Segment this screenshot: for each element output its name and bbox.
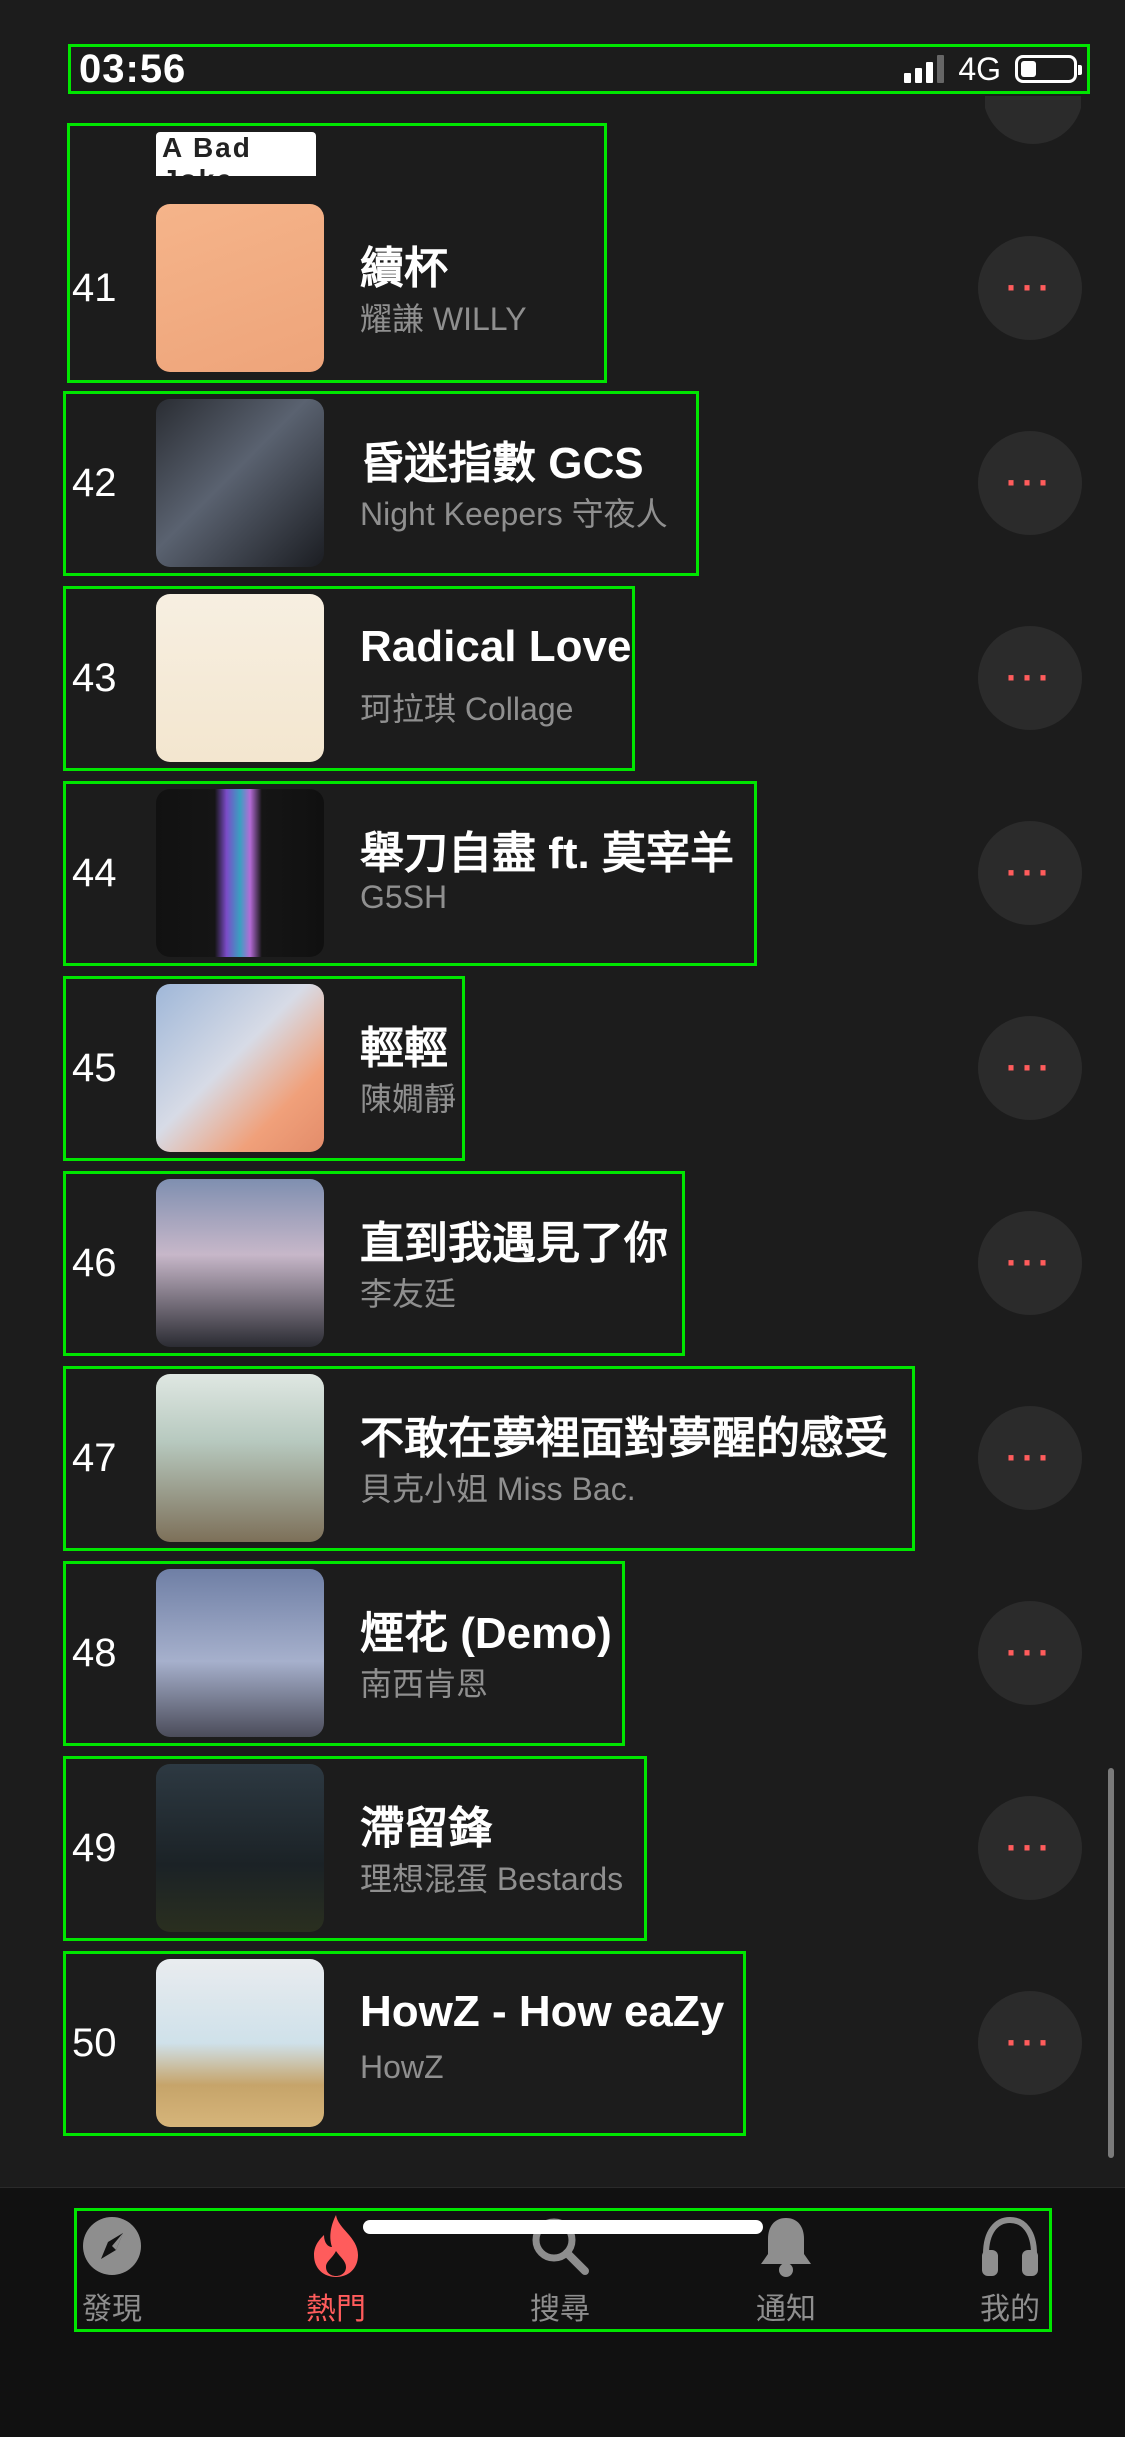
headphones-icon <box>950 2212 1070 2280</box>
song-row-box <box>67 123 607 383</box>
song-rank: 48 <box>72 1631 117 1675</box>
song-title: 輕輕 <box>360 1024 448 1073</box>
song-rank: 43 <box>72 656 117 700</box>
song-rank: 44 <box>72 851 117 895</box>
tab-mine[interactable]: 我的 <box>950 2212 1070 2330</box>
scroll-indicator[interactable] <box>1108 1768 1114 2158</box>
song-row[interactable]: 46 直到我遇見了你李友廷 ··· <box>0 1171 1125 1366</box>
song-rank: 49 <box>72 1826 117 1870</box>
tab-hot-label: 熱門 <box>306 2293 366 2326</box>
song-artist: 耀謙 WILLY <box>360 301 527 337</box>
song-row[interactable]: 44 舉刀自盡 ft. 莫宰羊 G5SH ··· <box>0 781 1125 976</box>
song-rank: 47 <box>72 1436 117 1480</box>
song-artist: 珂拉琪 Collage <box>360 691 574 727</box>
more-options-button[interactable]: ··· <box>978 626 1082 730</box>
song-artist: 南西肯恩 <box>360 1666 489 1702</box>
song-row[interactable]: 48 煙花 (Demo) 南西肯恩 ··· <box>0 1561 1125 1756</box>
song-artist: G5SH <box>360 879 448 915</box>
song-row[interactable]: 45 輕輕陳嫺靜 ··· <box>0 976 1125 1171</box>
album-cover[interactable] <box>156 984 324 1152</box>
song-rank: 46 <box>72 1241 117 1285</box>
album-cover[interactable] <box>156 1569 324 1737</box>
album-cover[interactable] <box>156 399 324 567</box>
song-artist: Night Keepers 守夜人 <box>360 496 668 532</box>
song-artist: 李友廷 <box>360 1276 457 1312</box>
song-artist: 理想混蛋 Bestards <box>360 1861 624 1897</box>
more-options-button[interactable]: ··· <box>978 821 1082 925</box>
song-rank: 41 <box>72 266 117 310</box>
song-artist: 貝克小姐 Miss Bac. <box>360 1471 636 1507</box>
song-row[interactable]: 41 續杯耀謙 WILLY ··· <box>0 123 1125 391</box>
more-options-button[interactable]: ··· <box>978 1796 1082 1900</box>
bottom-tab-bar: 發現 熱門 搜尋 通知 我的 <box>0 2187 1125 2437</box>
more-options-button[interactable]: ··· <box>978 1991 1082 2095</box>
album-cover[interactable] <box>156 204 324 372</box>
album-cover[interactable] <box>156 1374 324 1542</box>
album-cover[interactable] <box>156 1179 324 1347</box>
song-title: 滯留鋒 <box>360 1804 492 1853</box>
tab-notifications-label: 通知 <box>756 2293 816 2326</box>
song-title: 續杯 <box>360 244 448 293</box>
song-row[interactable]: 43 Radical Love 珂拉琪 Collage ··· <box>0 586 1125 781</box>
partial-more-button[interactable] <box>985 96 1081 146</box>
song-artist: HowZ <box>360 2049 444 2085</box>
home-indicator[interactable] <box>363 2220 763 2234</box>
more-options-button[interactable]: ··· <box>978 1406 1082 1510</box>
song-row[interactable]: 49 滯留鋒理想混蛋 Bestards ··· <box>0 1756 1125 1951</box>
song-title: 不敢在夢裡面對夢醒的感受 <box>360 1414 888 1463</box>
compass-icon <box>52 2212 172 2280</box>
tab-discover[interactable]: 發現 <box>52 2212 172 2330</box>
song-row-box <box>63 586 635 771</box>
more-options-button[interactable]: ··· <box>978 1601 1082 1705</box>
song-title: 煙花 (Demo) <box>360 1609 612 1658</box>
tab-discover-label: 發現 <box>82 2293 142 2326</box>
tab-mine-label: 我的 <box>980 2293 1040 2326</box>
song-row[interactable]: 42 昏迷指數 GCS Night Keepers 守夜人 ··· <box>0 391 1125 586</box>
more-options-button[interactable]: ··· <box>978 431 1082 535</box>
song-row[interactable]: 50 HowZ - How eaZy HowZ ··· <box>0 1951 1125 2146</box>
song-rank: 42 <box>72 461 117 505</box>
song-artist: 陳嫺靜 <box>360 1081 457 1117</box>
song-rank: 50 <box>72 2021 117 2065</box>
album-cover[interactable] <box>156 594 324 762</box>
more-options-button[interactable]: ··· <box>978 236 1082 340</box>
more-options-button[interactable]: ··· <box>978 1211 1082 1315</box>
song-title: HowZ - How eaZy <box>360 1987 725 2036</box>
song-title: 直到我遇見了你 <box>360 1219 668 1268</box>
album-cover[interactable] <box>156 1959 324 2127</box>
song-list[interactable]: A Bad Joke 41續杯耀謙 WILLY···42昏迷指數 GCSNigh… <box>0 0 1125 2185</box>
album-cover[interactable] <box>156 1764 324 1932</box>
song-row[interactable]: 47 不敢在夢裡面對夢醒的感受貝克小姐 Miss Bac. ··· <box>0 1366 1125 1561</box>
tab-search-label: 搜尋 <box>530 2293 590 2326</box>
song-rank: 45 <box>72 1046 117 1090</box>
song-title: 舉刀自盡 ft. 莫宰羊 <box>360 829 734 878</box>
song-title: 昏迷指數 GCS <box>360 439 644 488</box>
album-cover[interactable] <box>156 789 324 957</box>
more-options-button[interactable]: ··· <box>978 1016 1082 1120</box>
song-title: Radical Love <box>360 622 632 671</box>
song-row-box <box>63 1756 647 1941</box>
